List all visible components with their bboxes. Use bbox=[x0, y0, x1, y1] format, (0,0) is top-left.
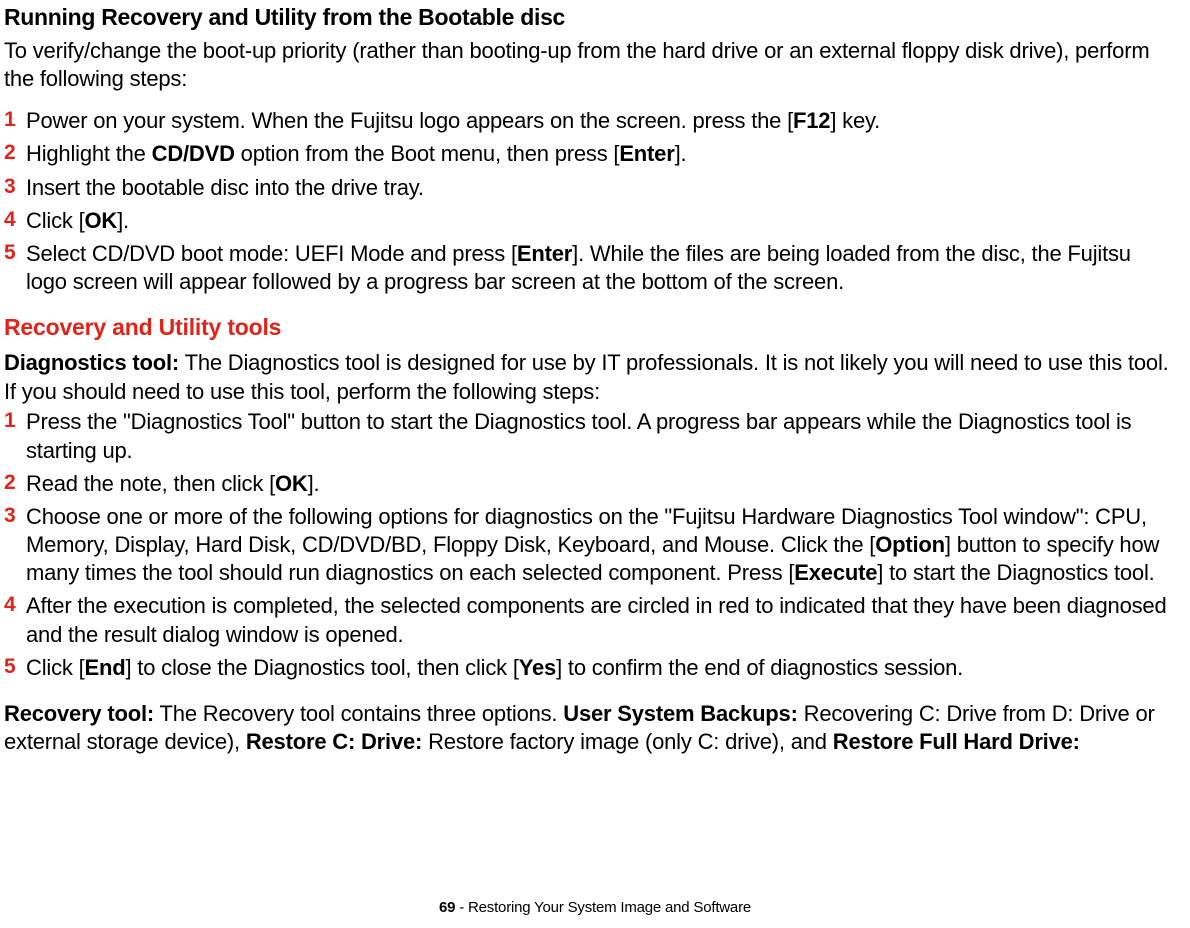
diag-step-3-choose-options: 3 Choose one or more of the following op… bbox=[4, 503, 1172, 587]
step-number: 1 bbox=[4, 107, 15, 134]
step-text: Power on your system. When the Fujitsu l… bbox=[26, 108, 880, 133]
step-1-poweron: 1 Power on your system. When the Fujitsu… bbox=[4, 107, 1172, 135]
diag-step-2-read-note: 2 Read the note, then click [OK]. bbox=[4, 470, 1172, 498]
section-heading-bootable-disc: Running Recovery and Utility from the Bo… bbox=[4, 4, 1172, 31]
step-number: 5 bbox=[4, 654, 15, 681]
footer-separator: - bbox=[455, 899, 468, 916]
step-number: 3 bbox=[4, 503, 15, 530]
diagnostics-tool-title: Diagnostics tool: bbox=[4, 350, 179, 375]
step-text: Click [OK]. bbox=[26, 208, 129, 233]
section-heading-tools: Recovery and Utility tools bbox=[4, 314, 1172, 341]
step-3-insert-disc: 3 Insert the bootable disc into the driv… bbox=[4, 174, 1172, 202]
step-5-select-uefi: 5 Select CD/DVD boot mode: UEFI Mode and… bbox=[4, 240, 1172, 296]
recovery-tool-title: Recovery tool: bbox=[4, 701, 154, 726]
step-number: 1 bbox=[4, 408, 15, 435]
step-text: Choose one or more of the following opti… bbox=[26, 504, 1159, 585]
step-number: 4 bbox=[4, 592, 15, 619]
step-text: After the execution is completed, the se… bbox=[26, 593, 1166, 646]
step-text: Insert the bootable disc into the drive … bbox=[26, 175, 424, 200]
diag-step-1-press-button: 1 Press the "Diagnostics Tool" button to… bbox=[4, 408, 1172, 464]
footer-title: Restoring Your System Image and Software bbox=[468, 899, 751, 916]
step-text: Highlight the CD/DVD option from the Boo… bbox=[26, 141, 686, 166]
step-number: 5 bbox=[4, 240, 15, 267]
step-number: 4 bbox=[4, 207, 15, 234]
lead-paragraph-bootpriority: To verify/change the boot-up priority (r… bbox=[4, 37, 1172, 93]
page-footer: 69 - Restoring Your System Image and Sof… bbox=[0, 899, 1190, 916]
step-number: 2 bbox=[4, 140, 15, 167]
paragraph-diagnostics-lead: Diagnostics tool: The Diagnostics tool i… bbox=[4, 349, 1172, 406]
page-number: 69 bbox=[439, 899, 455, 916]
step-text: Select CD/DVD boot mode: UEFI Mode and p… bbox=[26, 241, 1131, 294]
step-2-highlight-cddvd: 2 Highlight the CD/DVD option from the B… bbox=[4, 140, 1172, 168]
step-text: Read the note, then click [OK]. bbox=[26, 471, 319, 496]
step-text: Click [End] to close the Diagnostics too… bbox=[26, 655, 963, 680]
diag-step-4-after-execution: 4 After the execution is completed, the … bbox=[4, 592, 1172, 648]
step-text: Press the "Diagnostics Tool" button to s… bbox=[26, 409, 1131, 462]
steps-list-boot: 1 Power on your system. When the Fujitsu… bbox=[4, 107, 1172, 296]
step-number: 3 bbox=[4, 174, 15, 201]
diag-step-5-click-end: 5 Click [End] to close the Diagnostics t… bbox=[4, 654, 1172, 682]
steps-list-diagnostics: 1 Press the "Diagnostics Tool" button to… bbox=[4, 408, 1172, 681]
document-page: Running Recovery and Utility from the Bo… bbox=[0, 0, 1190, 928]
paragraph-recovery-tool: Recovery tool: The Recovery tool contain… bbox=[4, 700, 1172, 757]
step-number: 2 bbox=[4, 470, 15, 497]
step-4-click-ok: 4 Click [OK]. bbox=[4, 207, 1172, 235]
